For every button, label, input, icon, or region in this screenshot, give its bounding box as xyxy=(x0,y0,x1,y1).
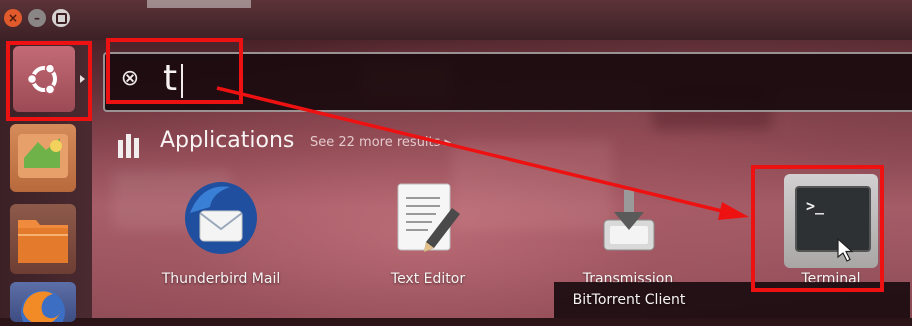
annotation-arrow xyxy=(216,86,749,220)
